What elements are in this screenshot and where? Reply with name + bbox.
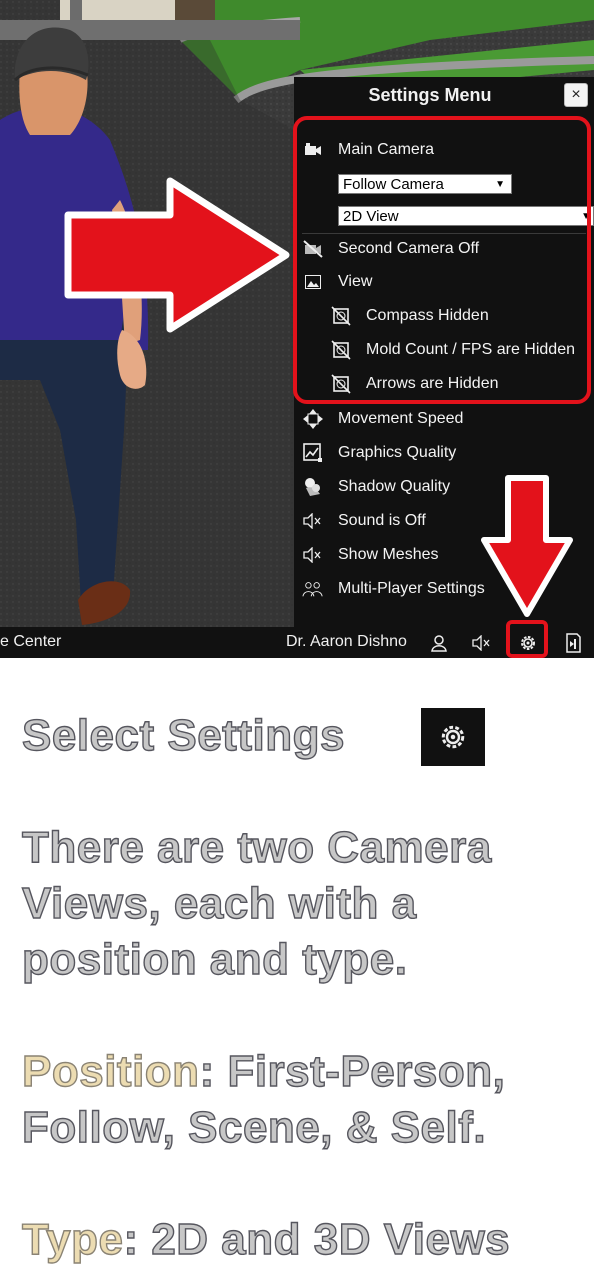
panel-title: Settings Menu (368, 85, 492, 105)
users-icon (302, 578, 324, 600)
instruction-type-line: Type: 2D and 3D Views (21, 1212, 511, 1268)
menu-item-shadow-quality[interactable]: Shadow Quality (302, 474, 450, 500)
menu-item-label: Shadow Quality (338, 478, 451, 495)
menu-item-movement-speed[interactable]: Movement Speed (302, 406, 463, 432)
menu-item-label: Show Meshes (338, 546, 439, 563)
shadow-icon (302, 476, 324, 498)
type-label: Type (21, 1214, 124, 1264)
move-arrows-icon (302, 408, 324, 430)
position-label: Position (21, 1046, 200, 1096)
user-name[interactable]: Dr. Aaron Dishno (286, 633, 407, 651)
instruction-camera-views-1: There are two Camera (21, 822, 492, 872)
instruction-camera-views-3: position and type. (21, 934, 408, 984)
sound-mute-icon (302, 544, 324, 566)
pointer-arrow-right (64, 177, 290, 333)
instruction-camera-views-2: Views, each with a (21, 878, 417, 928)
instruction-position-line: Position: First-Person, (21, 1044, 506, 1100)
close-button[interactable]: × (564, 83, 588, 107)
pointer-arrow-down (481, 475, 573, 617)
menu-item-label: Movement Speed (338, 410, 464, 427)
menu-item-label: Sound is Off (338, 512, 426, 529)
sound-mute-icon (302, 510, 324, 532)
user-icon[interactable] (427, 631, 451, 655)
location-label: e Center (0, 633, 62, 650)
instruction-select-settings: Select Settings (21, 710, 345, 760)
menu-item-label: Graphics Quality (338, 444, 457, 461)
menu-item-sound[interactable]: Sound is Off (302, 508, 426, 534)
bottom-toolbar: e Center Dr. Aaron Dishno (0, 627, 594, 658)
instruction-position-line-2: Follow, Scene, & Self. (21, 1102, 487, 1152)
settings-gear-icon (421, 708, 485, 766)
position-values: : First-Person, (199, 1046, 506, 1096)
exit-icon[interactable] (561, 631, 585, 655)
menu-item-show-meshes[interactable]: Show Meshes (302, 542, 439, 568)
type-values: : 2D and 3D Views (123, 1214, 511, 1264)
sound-mute-icon[interactable] (470, 631, 494, 655)
menu-item-multiplayer[interactable]: Multi-Player Settings (302, 576, 485, 602)
menu-item-label: Multi-Player Settings (338, 580, 485, 597)
menu-item-graphics-quality[interactable]: Graphics Quality (302, 440, 456, 466)
graphics-icon (302, 442, 324, 464)
camera-section-highlight (293, 116, 591, 404)
settings-button-highlight (506, 620, 548, 658)
